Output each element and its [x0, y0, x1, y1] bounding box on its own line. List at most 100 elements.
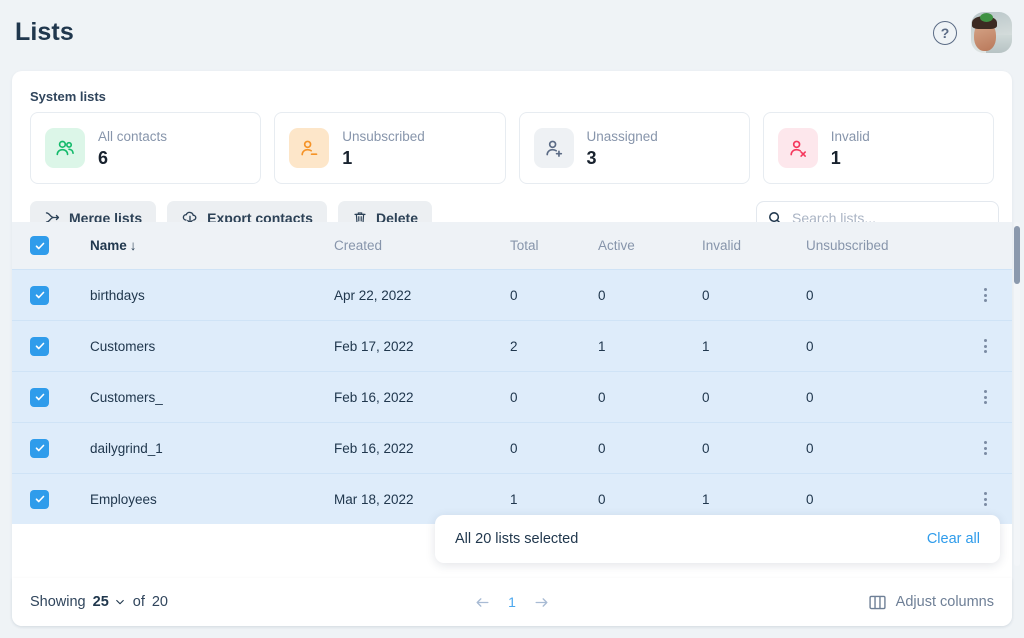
row-more-options-icon[interactable]	[976, 337, 994, 355]
columns-icon	[868, 594, 887, 611]
pagination: 1	[12, 578, 1012, 626]
created-date: Feb 17, 2022	[334, 339, 414, 354]
table-footer: Showing 25 of 20 1	[12, 578, 1012, 626]
row-checkbox-cell	[30, 388, 49, 407]
top-bar: Lists ?	[0, 0, 1024, 66]
stat-card-unsubscribed[interactable]: Unsubscribed 1	[274, 112, 505, 184]
stat-label: Invalid	[831, 128, 870, 145]
stat-value: 1	[342, 147, 425, 169]
contact-plus-icon	[534, 128, 574, 168]
column-header-name[interactable]: Name ↓	[90, 238, 137, 253]
active-count: 0	[598, 390, 606, 405]
row-more-options-icon[interactable]	[976, 286, 994, 304]
stat-value: 3	[587, 147, 658, 169]
list-name: Customers_	[90, 390, 163, 405]
unsubscribed-count: 0	[806, 441, 814, 456]
selection-toast: All 20 lists selected Clear all	[435, 515, 1000, 563]
lists-page: Lists ? System lists	[0, 0, 1024, 638]
created-date: Feb 16, 2022	[334, 390, 414, 405]
invalid-count: 0	[702, 288, 710, 303]
stat-text: All contacts 6	[98, 128, 167, 169]
active-count: 0	[598, 441, 606, 456]
row-checkbox[interactable]	[30, 439, 49, 458]
table-row[interactable]: Customers Feb 17, 2022 2 1 1 0	[12, 320, 1012, 371]
column-header-active[interactable]: Active	[598, 238, 635, 253]
select-all-checkbox-cell	[30, 236, 49, 255]
created-date: Apr 22, 2022	[334, 288, 411, 303]
active-count: 0	[598, 288, 606, 303]
table-header-row: Name ↓ Created Total Active Invalid Unsu…	[12, 222, 1012, 269]
active-count: 0	[598, 492, 606, 507]
invalid-count: 1	[702, 339, 710, 354]
column-header-total[interactable]: Total	[510, 238, 539, 253]
stat-card-all-contacts[interactable]: All contacts 6	[30, 112, 261, 184]
column-header-created[interactable]: Created	[334, 238, 382, 253]
stat-value: 6	[98, 147, 167, 169]
row-menu-cell	[976, 337, 994, 355]
stat-text: Unsubscribed 1	[342, 128, 425, 169]
invalid-count: 1	[702, 492, 710, 507]
table-row[interactable]: Customers_Feb 16, 20220000	[12, 371, 1012, 422]
created-date: Feb 16, 2022	[334, 441, 414, 456]
row-checkbox[interactable]	[30, 490, 49, 509]
list-name: Customers	[90, 339, 155, 354]
contacts-group-icon	[45, 128, 85, 168]
total-count: 1	[510, 492, 518, 507]
select-all-checkbox[interactable]	[30, 236, 49, 255]
page-title: Lists	[15, 18, 74, 47]
arrow-left-icon[interactable]	[474, 594, 491, 611]
stat-text: Invalid 1	[831, 128, 870, 169]
stat-card-unassigned[interactable]: Unassigned 3	[519, 112, 750, 184]
total-count: 0	[510, 441, 518, 456]
table-scrollbar-thumb[interactable]	[1014, 226, 1020, 284]
question-circle-icon[interactable]: ?	[933, 21, 957, 45]
system-lists-label: System lists	[30, 89, 106, 104]
total-count: 0	[510, 288, 518, 303]
row-menu-cell	[976, 286, 994, 304]
total-count: 0	[510, 390, 518, 405]
selection-toast-message: All 20 lists selected	[455, 531, 578, 547]
sort-desc-icon: ↓	[130, 238, 137, 253]
row-checkbox-cell	[30, 337, 49, 356]
stat-text: Unassigned 3	[587, 128, 658, 169]
column-header-name-label: Name	[90, 238, 127, 253]
column-header-unsubscribed[interactable]: Unsubscribed	[806, 238, 889, 253]
adjust-columns-label: Adjust columns	[896, 594, 994, 610]
row-more-options-icon[interactable]	[976, 490, 994, 508]
row-checkbox-cell	[30, 286, 49, 305]
row-checkbox[interactable]	[30, 286, 49, 305]
page-number-1[interactable]: 1	[508, 594, 516, 610]
arrow-right-icon[interactable]	[533, 594, 550, 611]
unsubscribed-count: 0	[806, 288, 814, 303]
created-date: Mar 18, 2022	[334, 492, 414, 507]
table-row[interactable]: dailygrind_1Feb 16, 20220000	[12, 422, 1012, 473]
stat-label: Unsubscribed	[342, 128, 425, 145]
system-lists-stats: All contacts 6 Unsubscribed 1	[30, 112, 994, 184]
row-menu-cell	[976, 388, 994, 406]
list-name: Employees	[90, 492, 157, 507]
row-checkbox[interactable]	[30, 337, 49, 356]
avatar-flower	[980, 13, 993, 22]
unsubscribed-count: 0	[806, 492, 814, 507]
stat-label: All contacts	[98, 128, 167, 145]
row-checkbox[interactable]	[30, 388, 49, 407]
table-row[interactable]: birthdays Apr 22, 2022 0 0 0 0	[12, 269, 1012, 320]
contact-minus-icon	[289, 128, 329, 168]
adjust-columns-button[interactable]: Adjust columns	[868, 578, 994, 626]
invalid-count: 0	[702, 441, 710, 456]
stat-value: 1	[831, 147, 870, 169]
stat-card-invalid[interactable]: Invalid 1	[763, 112, 994, 184]
row-checkbox-cell	[30, 490, 49, 509]
total-count: 2	[510, 339, 518, 354]
avatar[interactable]	[971, 12, 1012, 53]
active-count: 1	[598, 339, 606, 354]
row-menu-cell	[976, 490, 994, 508]
column-header-invalid[interactable]: Invalid	[702, 238, 741, 253]
row-more-options-icon[interactable]	[976, 439, 994, 457]
clear-all-button[interactable]: Clear all	[927, 531, 980, 547]
row-checkbox-cell	[30, 439, 49, 458]
row-more-options-icon[interactable]	[976, 388, 994, 406]
unsubscribed-count: 0	[806, 339, 814, 354]
list-name: birthdays	[90, 288, 145, 303]
unsubscribed-count: 0	[806, 390, 814, 405]
